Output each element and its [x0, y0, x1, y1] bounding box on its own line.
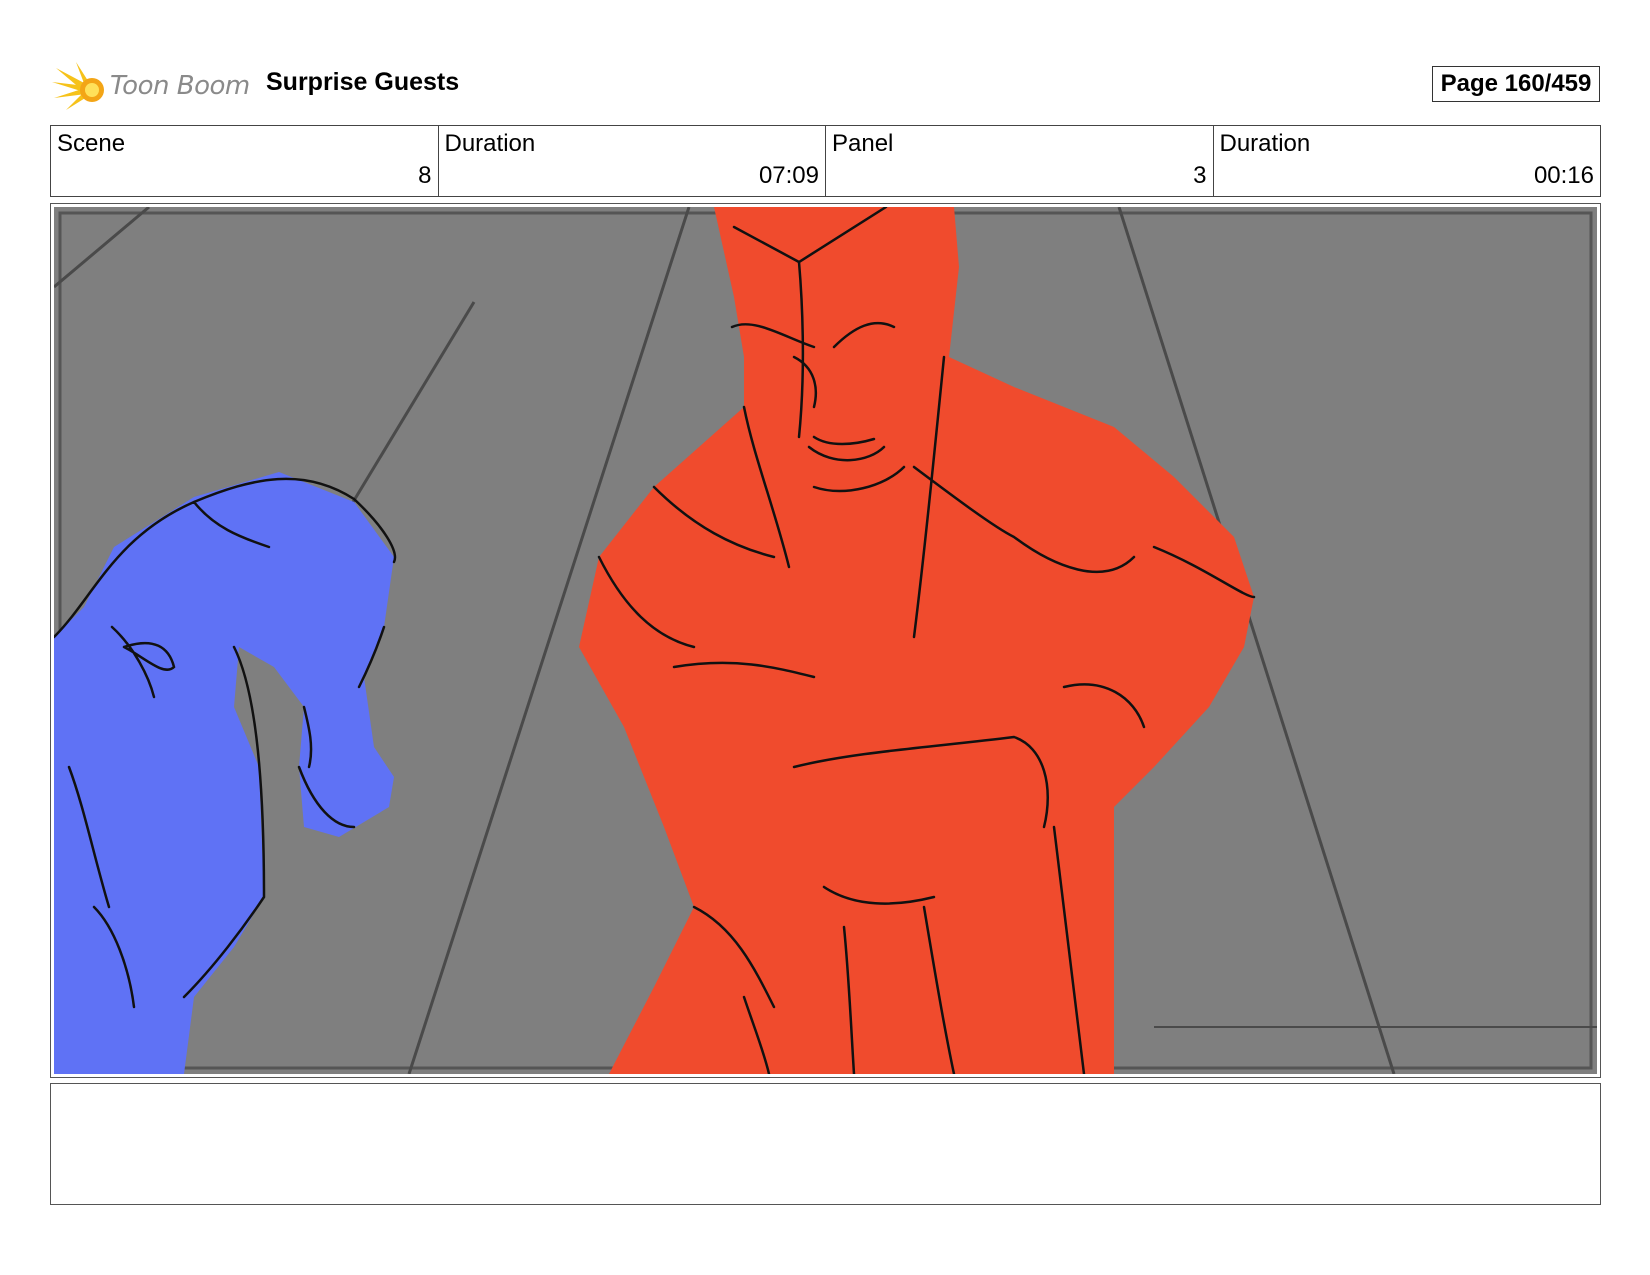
scene-duration-cell: Duration 07:09	[439, 126, 826, 196]
panel-duration-cell: Duration 00:16	[1214, 126, 1601, 196]
logo-text: Toon Boom	[110, 71, 250, 101]
toon-boom-logo: Toon Boom	[52, 58, 252, 114]
storyboard-sketch	[54, 207, 1597, 1074]
page-indicator: Page 160/459	[1432, 66, 1600, 102]
panel-duration-label: Duration	[1219, 130, 1311, 157]
storyboard-panel-frame	[50, 203, 1601, 1078]
panel-cell: Panel 3	[826, 126, 1214, 196]
project-title: Surprise Guests	[266, 68, 460, 96]
scene-value: 8	[418, 162, 432, 189]
panel-duration-value: 00:16	[1533, 162, 1594, 189]
storyboard-info-bar: Scene 8 Duration 07:09 Panel 3 Duration …	[50, 125, 1601, 197]
scene-duration-value: 07:09	[758, 162, 819, 189]
scene-duration-label: Duration	[444, 130, 536, 157]
scene-label: Scene	[57, 130, 126, 157]
starburst-icon	[52, 62, 104, 110]
panel-notes-box	[50, 1083, 1601, 1205]
panel-value: 3	[1193, 162, 1207, 189]
panel-label: Panel	[832, 130, 894, 157]
scene-cell: Scene 8	[51, 126, 439, 196]
